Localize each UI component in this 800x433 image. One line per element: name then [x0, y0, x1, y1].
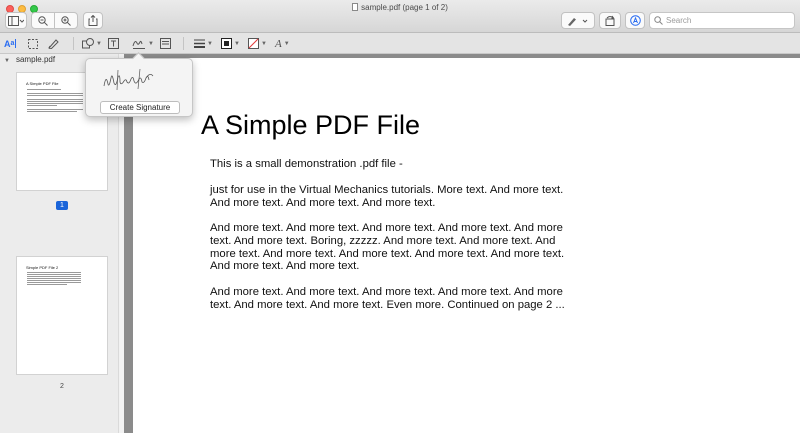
sidebar-toggle-button[interactable] [5, 12, 27, 29]
toolbar-divider [73, 37, 74, 50]
thumbnail-text-line [27, 99, 83, 100]
share-icon [88, 15, 98, 26]
text-style-icon: A [275, 37, 282, 50]
pdf-title: A Simple PDF File [201, 110, 421, 140]
signature-icon [132, 40, 145, 49]
sidebar-file-header[interactable]: ▼ sample.pdf [4, 55, 55, 64]
sidebar-icon [8, 15, 24, 26]
border-color-tool[interactable]: ▼ [221, 36, 240, 51]
chevron-down-icon: ▼ [234, 40, 240, 47]
zoom-out-button[interactable] [31, 12, 55, 29]
markup-icon [629, 15, 641, 26]
search-placeholder: Search [666, 16, 692, 25]
sign-tool[interactable]: ▼ [132, 36, 154, 51]
thumbnail-text-line [27, 101, 83, 102]
pen-menu-button[interactable] [561, 12, 595, 29]
text-selection-tool[interactable]: Aa [4, 36, 17, 51]
document-viewer[interactable]: A Simple PDF File This is a small demons… [124, 54, 800, 433]
note-tool[interactable] [160, 36, 171, 51]
thumbnail-text-line [27, 93, 83, 94]
text-box-tool[interactable] [108, 36, 119, 51]
thumbnail-text-line [27, 280, 81, 281]
text-style-tool[interactable]: A ▼ [275, 36, 290, 51]
window-title-container: sample.pdf (page 1 of 2) [0, 3, 800, 12]
pdf-paragraph-3: And more text. And more text. And more t… [210, 222, 565, 273]
thumbnail-title: Simple PDF File 2 [26, 265, 59, 270]
zoom-out-icon [38, 15, 48, 26]
line-weight-icon [194, 39, 205, 48]
thumbnail-text-line [27, 89, 61, 90]
shapes-icon [82, 38, 94, 49]
thumbnail-text-line [27, 95, 83, 96]
share-button[interactable] [83, 12, 103, 29]
page-number-badge-1: 1 [56, 201, 68, 210]
zoom-in-icon [61, 15, 71, 26]
zoom-in-button[interactable] [54, 12, 78, 29]
pdf-page[interactable]: A Simple PDF File This is a small demons… [133, 58, 800, 433]
pdf-paragraph-1: This is a small demonstration .pdf file … [210, 158, 403, 170]
page-thumbnail-2[interactable]: Simple PDF File 2 [16, 256, 108, 375]
thumbnail-text-line [27, 276, 81, 277]
pen-icon [568, 17, 588, 26]
shapes-tool[interactable]: ▼ [82, 36, 102, 51]
create-signature-button[interactable]: Create Signature [100, 101, 180, 114]
saved-signature[interactable] [98, 64, 158, 96]
pdf-paragraph-4: And more text. And more text. And more t… [210, 286, 565, 311]
disclosure-triangle-icon[interactable]: ▼ [4, 58, 10, 64]
rotate-button[interactable] [599, 12, 621, 29]
toolbar-divider [183, 37, 184, 50]
thumbnail-text-line [27, 272, 81, 273]
thumbnail-text-line [27, 284, 67, 285]
search-icon [654, 16, 663, 25]
chevron-down-icon: ▼ [96, 40, 102, 47]
text-cursor-icon [15, 39, 17, 48]
chevron-down-icon: ▼ [148, 40, 154, 47]
fill-color-icon [248, 38, 259, 49]
signature-image [103, 68, 154, 91]
note-icon [160, 38, 171, 49]
search-field[interactable]: Search [649, 12, 795, 29]
thumbnail-title: A Simple PDF File [26, 81, 59, 86]
thumbnail-text-line [27, 109, 83, 110]
border-color-icon [221, 38, 232, 49]
chevron-down-icon: ▼ [207, 40, 213, 47]
window-toolbar: sample.pdf (page 1 of 2) Search [0, 0, 800, 33]
thumbnail-text-line [27, 278, 81, 279]
signature-popover: Create Signature [85, 58, 193, 117]
text-selection-icon-small: a [10, 40, 15, 47]
shape-style-tool[interactable]: ▼ [194, 36, 213, 51]
rectangular-selection-tool[interactable] [28, 36, 38, 51]
markup-toolbar-button[interactable] [625, 12, 645, 29]
sidebar-file-name: sample.pdf [15, 55, 56, 64]
thumbnail-text-line [27, 282, 81, 283]
thumbnail-text-line [27, 103, 83, 104]
pdf-paragraph-2: just for use in the Virtual Mechanics tu… [210, 184, 564, 209]
chevron-down-icon: ▼ [283, 40, 290, 47]
page-number-label-2: 2 [60, 383, 64, 390]
text-box-icon [108, 38, 119, 49]
sketch-tool[interactable] [48, 36, 60, 51]
document-icon [352, 3, 359, 11]
thumbnail-text-line [27, 274, 81, 275]
thumbnail-text-line [27, 111, 77, 112]
chevron-down-icon: ▼ [261, 40, 267, 47]
rotate-icon [605, 15, 615, 26]
thumbnail-text-line [27, 105, 57, 106]
rectangular-selection-icon [28, 38, 38, 49]
sketch-icon [48, 39, 59, 49]
fill-color-tool[interactable]: ▼ [248, 36, 267, 51]
markup-toolbar: Aa ▼ ▼ ▼ ▼ ▼ A ▼ [0, 33, 800, 54]
window-title: sample.pdf (page 1 of 2) [361, 3, 448, 12]
